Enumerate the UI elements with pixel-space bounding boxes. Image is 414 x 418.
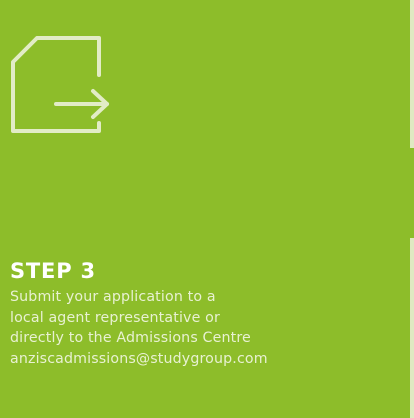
edge-tab-bottom: [410, 238, 414, 418]
step-title: STEP 3: [10, 259, 96, 283]
step-description-line-1: Submit your application to a: [10, 289, 216, 305]
document-arrow-out-icon: [10, 35, 114, 135]
step-text-block: STEP 3 Submit your application to a loca…: [10, 258, 406, 369]
edge-tab-top: [410, 0, 414, 148]
admissions-email: anziscadmissions@studygroup.com: [10, 350, 268, 367]
step-3-card: STEP 3 Submit your application to a loca…: [0, 0, 414, 418]
step-description: Submit your application to a local agent…: [10, 287, 406, 369]
step-description-line-2: local agent representative or: [10, 309, 220, 326]
step-description-line-3: directly to the Admissions Centre: [10, 330, 251, 346]
